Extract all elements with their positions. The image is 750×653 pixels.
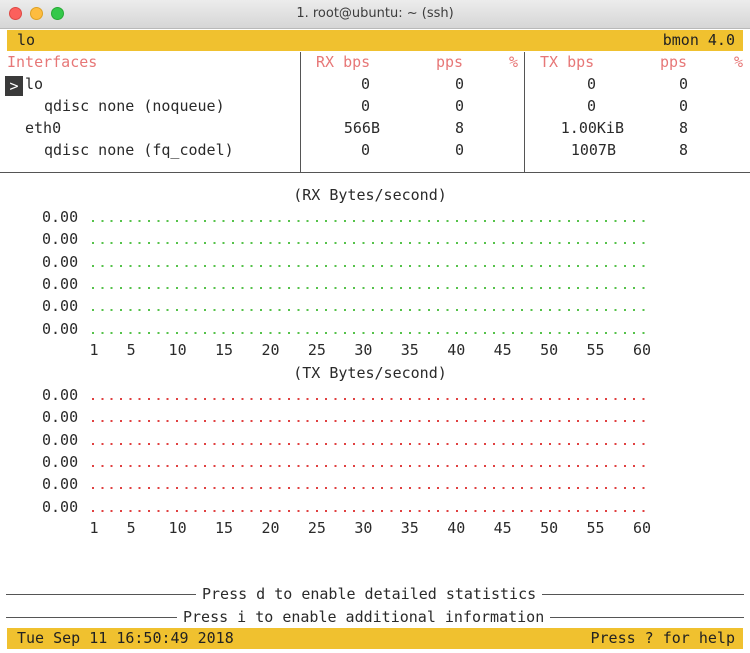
tx-bps: 0: [586, 97, 596, 115]
help-hint: Press ? for help: [590, 629, 736, 647]
y-axis-label: 0.00: [42, 475, 79, 494]
terminal-window: 1. root@ubuntu: ~ (ssh) lo bmon 4.0 Inte…: [0, 0, 750, 653]
y-axis-label: 0.00: [42, 452, 79, 471]
col-rx-pps: pps: [436, 53, 464, 71]
current-datetime: Tue Sep 11 16:50:49 2018: [17, 629, 234, 647]
x-axis-tick: 15: [215, 519, 234, 537]
tx-graph-title: (TX Bytes/second): [293, 364, 447, 382]
x-axis-tick: 35: [400, 519, 419, 537]
col-tx-pps: pps: [660, 53, 688, 71]
graph-row: [92, 509, 652, 512]
col-tx-bps: TX bps: [540, 53, 595, 71]
x-axis-tick: 35: [400, 341, 419, 359]
bmon-header-bar: lo bmon 4.0: [7, 30, 743, 51]
detailed-stats-hint: Press d to enable detailed statistics: [196, 583, 543, 605]
rx-bps: 0: [360, 141, 370, 159]
graph-row: [92, 464, 652, 467]
x-axis-tick: 50: [540, 519, 559, 537]
x-axis-tick: 60: [632, 341, 652, 359]
tx-bps: 1.00KiB: [560, 119, 624, 137]
y-axis-label: 0.00: [42, 252, 79, 271]
x-axis-tick: 1: [89, 341, 99, 359]
column-divider: [524, 52, 525, 172]
tx-pps: 8: [678, 141, 688, 159]
rx-pps: 0: [454, 75, 464, 93]
status-bar: Tue Sep 11 16:50:49 2018 Press ? for hel…: [7, 628, 743, 649]
window-title: 1. root@ubuntu: ~ (ssh): [296, 6, 454, 21]
rx-graph-title: (RX Bytes/second): [293, 186, 447, 204]
x-axis-tick: 25: [307, 519, 326, 537]
graph-row: [92, 398, 652, 400]
y-axis-label: 0.00: [42, 497, 79, 516]
y-axis-label: 0.00: [42, 319, 79, 338]
col-interfaces: Interfaces: [7, 53, 98, 71]
x-axis-tick: 10: [168, 519, 187, 537]
tx-pps: 8: [678, 119, 688, 137]
col-rx-pct: %: [509, 53, 519, 71]
x-axis-tick: 5: [126, 341, 136, 359]
y-axis-label: 0.00: [42, 208, 79, 226]
rx-bps: 0: [360, 75, 370, 93]
rx-pps: 0: [454, 97, 464, 115]
x-axis-tick: 45: [493, 341, 512, 359]
graph-row: [92, 442, 652, 445]
y-axis-label: 0.00: [42, 274, 79, 293]
interface-name: lo: [25, 75, 44, 93]
x-axis-tick: 30: [354, 519, 373, 537]
x-axis-tick: 15: [215, 341, 234, 359]
rx-pps: 0: [454, 141, 464, 159]
x-axis-tick: 30: [354, 341, 373, 359]
col-tx-pct: %: [734, 53, 744, 71]
graph-row: [92, 220, 652, 222]
title-bar: 1. root@ubuntu: ~ (ssh): [0, 0, 750, 29]
tx-pps: 0: [678, 75, 688, 93]
tx-bps: 0: [586, 75, 596, 93]
app-version: bmon 4.0: [662, 31, 735, 49]
graph-row: [92, 286, 652, 289]
current-interface: lo: [17, 31, 36, 49]
rx-bps: 566B: [343, 119, 380, 137]
rx-bps: 0: [360, 97, 370, 115]
section-divider: [0, 172, 750, 173]
graph-row: [92, 487, 652, 490]
x-axis-tick: 45: [493, 519, 512, 537]
y-axis-label: 0.00: [42, 408, 79, 427]
y-axis-label: 0.00: [42, 297, 79, 316]
x-axis-tick: 20: [261, 341, 280, 359]
x-axis-tick: 20: [261, 519, 280, 537]
interface-name: eth0: [25, 119, 62, 137]
x-axis-tick: 5: [126, 519, 136, 537]
interface-name: qdisc none (fq_codel): [44, 141, 234, 159]
tx-bps: 1007B: [570, 141, 616, 159]
col-rx-bps: RX bps: [316, 53, 371, 71]
x-axis-tick: 50: [540, 341, 559, 359]
graph-row: [92, 242, 652, 245]
selection-cursor: >: [5, 76, 23, 96]
y-axis-label: 0.00: [42, 386, 79, 404]
tx-pps: 0: [678, 97, 688, 115]
graph-row: [92, 331, 652, 334]
x-axis-tick: 40: [447, 341, 466, 359]
y-axis-label: 0.00: [42, 230, 79, 249]
x-axis-tick: 25: [307, 341, 326, 359]
x-axis-tick: 55: [586, 341, 605, 359]
x-axis-tick: 40: [447, 519, 466, 537]
graph-row: [92, 309, 652, 312]
x-axis-tick: 60: [632, 519, 652, 537]
x-axis-tick: 10: [168, 341, 187, 359]
graph-row: [92, 264, 652, 267]
graph-row: [92, 420, 652, 423]
rx-pps: 8: [454, 119, 464, 137]
x-axis-tick: 1: [89, 519, 99, 537]
interface-name: qdisc none (noqueue): [44, 97, 225, 115]
y-axis-label: 0.00: [42, 430, 79, 449]
x-axis-tick: 55: [586, 519, 605, 537]
additional-info-hint: Press i to enable additional information: [177, 606, 551, 628]
